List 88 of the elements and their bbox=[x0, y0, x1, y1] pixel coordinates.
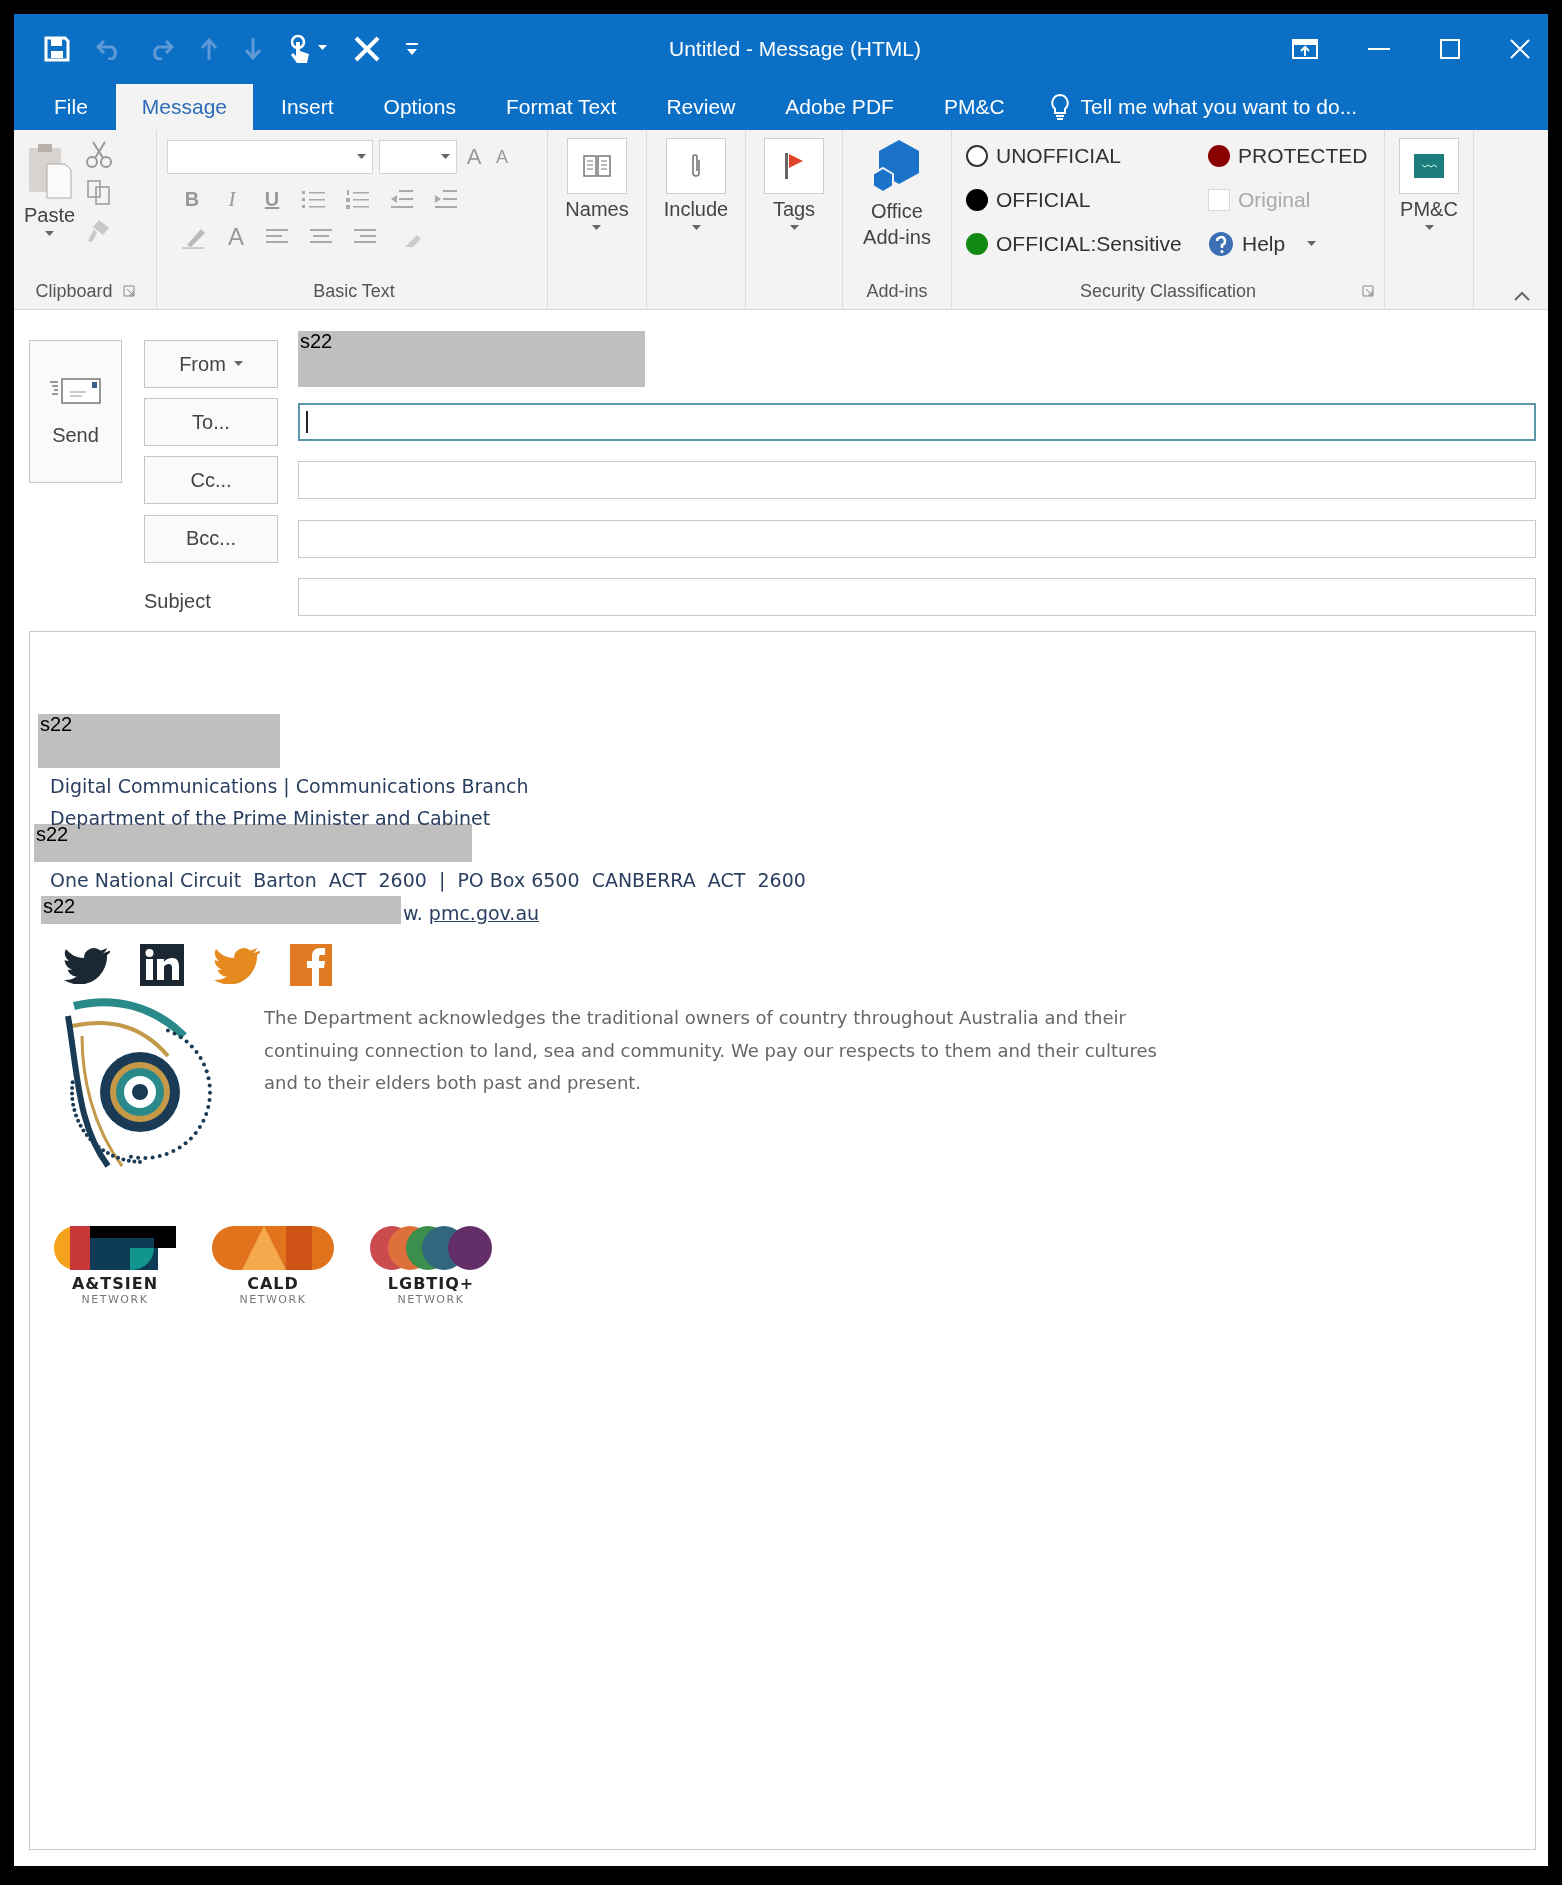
from-button[interactable]: From bbox=[144, 340, 278, 388]
help-button[interactable]: Help bbox=[1208, 226, 1370, 262]
decrease-indent-icon[interactable] bbox=[389, 187, 415, 211]
increase-indent-icon[interactable] bbox=[433, 187, 459, 211]
dialog-launcher-icon[interactable] bbox=[122, 285, 135, 297]
caret-icon bbox=[357, 154, 366, 160]
touch-mode-icon[interactable] bbox=[288, 34, 328, 64]
tell-me-search[interactable]: Tell me what you want to do... bbox=[1080, 95, 1358, 119]
network-name: LGBTIQ+ bbox=[387, 1274, 475, 1293]
ribbon-display-icon[interactable] bbox=[1292, 39, 1318, 59]
network-label: NETWORK bbox=[239, 1293, 307, 1306]
subject-label: Subject bbox=[144, 589, 212, 615]
logo-icon bbox=[1414, 154, 1444, 178]
lightbulb-icon bbox=[1050, 94, 1069, 120]
website-link[interactable]: pmc.gov.au bbox=[428, 902, 540, 924]
network-name: CALD bbox=[247, 1274, 299, 1293]
ribbon-tab[interactable]: Format Text bbox=[483, 84, 639, 130]
ribbon-tab[interactable]: Insert bbox=[259, 84, 356, 130]
collapse-ribbon-icon[interactable] bbox=[1514, 291, 1530, 301]
caret-icon bbox=[789, 225, 799, 231]
include-button[interactable]: Include bbox=[659, 138, 733, 231]
address-book-icon bbox=[582, 154, 612, 178]
caret-icon bbox=[441, 154, 450, 160]
numbering-icon[interactable] bbox=[345, 187, 371, 211]
ribbon-tab[interactable]: Adobe PDF bbox=[763, 84, 916, 130]
flag-icon bbox=[783, 151, 805, 181]
classification-label: OFFICIAL bbox=[996, 188, 1091, 212]
classification-label: OFFICIAL:Sensitive bbox=[996, 232, 1182, 256]
group-label: Add-ins bbox=[866, 280, 928, 302]
minimize-icon[interactable] bbox=[1368, 47, 1390, 51]
caret-icon bbox=[1307, 241, 1317, 247]
window-title: Untitled - Message (HTML) bbox=[667, 37, 923, 61]
to-button[interactable]: To... bbox=[144, 398, 278, 447]
envelope-icon bbox=[49, 376, 102, 406]
group-label: Clipboard bbox=[35, 280, 113, 302]
caret-icon bbox=[45, 231, 55, 237]
customize-icon[interactable] bbox=[406, 42, 418, 56]
signature-text: One National Circuit Barton ACT 2600 | PO Box 6500 CANBERRA ACT 2600 bbox=[50, 868, 806, 894]
group-label: Basic Text bbox=[313, 280, 395, 302]
font-name-field[interactable] bbox=[167, 140, 373, 174]
help-icon bbox=[1208, 231, 1234, 257]
ribbon-tab[interactable]: Message bbox=[115, 84, 254, 130]
redacted-text: s22 bbox=[41, 896, 401, 924]
classification-option[interactable]: PROTECTED bbox=[1208, 138, 1370, 174]
cut-icon[interactable] bbox=[85, 140, 114, 168]
up-arrow-icon[interactable] bbox=[200, 38, 218, 60]
clipboard-icon bbox=[26, 142, 73, 200]
down-arrow-icon[interactable] bbox=[244, 38, 262, 60]
signature-text: Digital Communications | Communications Branch bbox=[50, 774, 529, 800]
ribbon-tab[interactable]: Review bbox=[644, 84, 758, 130]
redacted-text: s22 bbox=[298, 331, 645, 387]
ribbon-tab[interactable]: File bbox=[32, 84, 110, 130]
bird-icon[interactable] bbox=[64, 946, 110, 984]
bcc-button[interactable]: Bcc... bbox=[144, 514, 278, 563]
dialog-launcher-icon[interactable] bbox=[1362, 285, 1374, 297]
classification-label: PROTECTED bbox=[1238, 144, 1368, 168]
delete-icon[interactable] bbox=[354, 36, 380, 62]
facebook-icon[interactable] bbox=[290, 944, 332, 986]
caret-icon bbox=[592, 225, 602, 231]
cc-button[interactable]: Cc... bbox=[144, 456, 278, 505]
classification-option[interactable]: OFFICIAL bbox=[966, 182, 1184, 218]
save-icon[interactable] bbox=[44, 36, 70, 62]
font-size-field[interactable] bbox=[379, 140, 457, 174]
linkedin-icon[interactable] bbox=[140, 944, 184, 986]
classification-option[interactable]: OFFICIAL:Sensitive bbox=[966, 226, 1184, 262]
redacted-text: s22 bbox=[38, 714, 280, 768]
classification-option[interactable]: UNOFFICIAL bbox=[966, 138, 1184, 174]
recipient-field[interactable] bbox=[298, 461, 1536, 500]
ribbon-tab[interactable]: Options bbox=[361, 84, 478, 130]
network-name: A&TSIEN bbox=[71, 1274, 158, 1293]
network-label: NETWORK bbox=[81, 1293, 149, 1306]
maximize-icon[interactable] bbox=[1440, 39, 1460, 59]
group-label: Security Classification bbox=[1079, 280, 1257, 302]
network-label: NETWORK bbox=[397, 1293, 465, 1306]
office-add-ins-button[interactable]: Office Add-ins bbox=[847, 138, 947, 277]
caret-icon bbox=[1424, 225, 1434, 231]
acknowledgement-text: The Department acknowledges the traditional owners of country throughout Australia and their continuing connection to land, sea and community. We pay our respects to them and their cultures and to their elders both past and present. bbox=[264, 1006, 1158, 1095]
recipient-field[interactable] bbox=[298, 519, 1536, 558]
paste-button[interactable]: Paste bbox=[20, 138, 80, 277]
ribbon-tab[interactable]: PM&C bbox=[921, 84, 1027, 130]
signature-text: w. bbox=[403, 902, 423, 924]
recipient-field[interactable] bbox=[298, 403, 1536, 442]
caret-icon bbox=[233, 361, 243, 367]
close-icon[interactable] bbox=[1510, 39, 1530, 59]
send-button[interactable]: Send bbox=[29, 340, 122, 483]
caret-icon bbox=[691, 225, 701, 231]
classification-label: UNOFFICIAL bbox=[996, 144, 1121, 168]
subject-field[interactable] bbox=[298, 577, 1536, 616]
